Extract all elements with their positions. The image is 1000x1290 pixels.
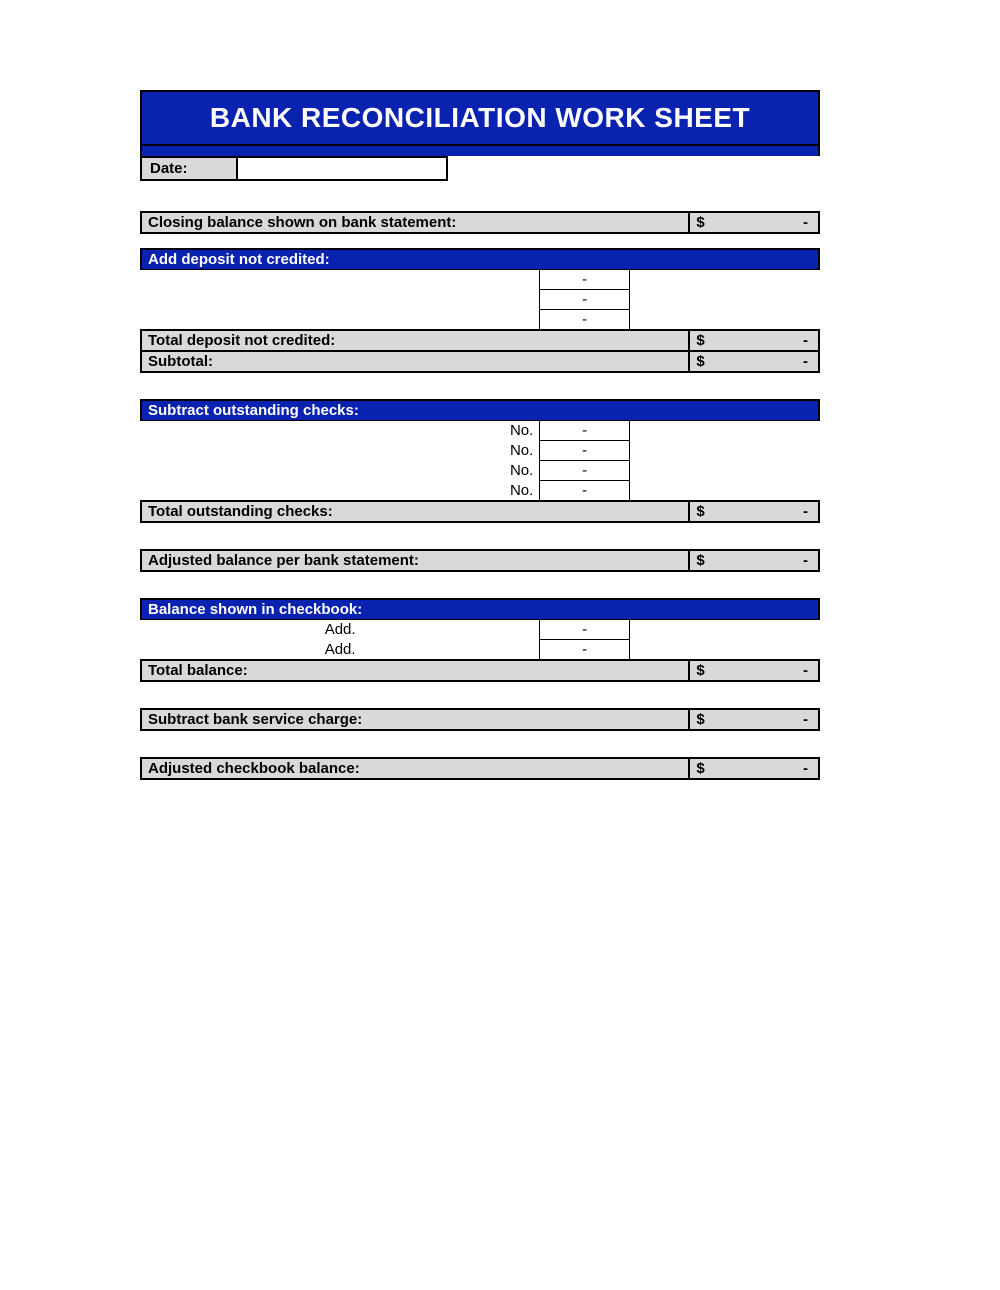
check-no-label: No. (141, 421, 540, 441)
deposit-row: - (141, 290, 819, 310)
check-no-label: No. (141, 481, 540, 502)
closing-balance-row: Closing balance shown on bank statement:… (141, 212, 819, 233)
blue-strip (140, 146, 820, 156)
total-deposit-row: Total deposit not credited: $- (141, 330, 819, 351)
reconciliation-table: Closing balance shown on bank statement:… (140, 211, 820, 780)
service-charge-label: Subtract bank service charge: (141, 709, 689, 730)
total-balance-label: Total balance: (141, 660, 689, 681)
add-row: Add. - (141, 620, 819, 640)
total-checks-row: Total outstanding checks: $- (141, 501, 819, 522)
add-amount[interactable]: - (540, 640, 630, 661)
total-balance-amount[interactable]: $- (689, 660, 819, 681)
worksheet: BANK RECONCILIATION WORK SHEET Date: Clo… (140, 90, 820, 780)
check-row: No. - (141, 461, 819, 481)
subtract-checks-header: Subtract outstanding checks: (141, 400, 819, 421)
check-row: No. - (141, 421, 819, 441)
subtotal-amount[interactable]: $- (689, 351, 819, 372)
service-charge-row: Subtract bank service charge: $- (141, 709, 819, 730)
check-row: No. - (141, 481, 819, 502)
subtotal-label: Subtotal: (141, 351, 689, 372)
balance-checkbook-header: Balance shown in checkbook: (141, 599, 819, 620)
closing-balance-label: Closing balance shown on bank statement: (141, 212, 689, 233)
add-amount[interactable]: - (540, 620, 630, 640)
deposit-amount[interactable]: - (540, 310, 630, 331)
check-amount[interactable]: - (540, 481, 630, 502)
adjusted-bank-row: Adjusted balance per bank statement: $- (141, 550, 819, 571)
add-deposit-header: Add deposit not credited: (141, 249, 819, 270)
deposit-row: - (141, 270, 819, 290)
check-amount[interactable]: - (540, 461, 630, 481)
deposit-amount[interactable]: - (540, 270, 630, 290)
deposit-row: - (141, 310, 819, 331)
total-checks-amount[interactable]: $- (689, 501, 819, 522)
deposit-amount[interactable]: - (540, 290, 630, 310)
check-amount[interactable]: - (540, 421, 630, 441)
total-balance-row: Total balance: $- (141, 660, 819, 681)
check-amount[interactable]: - (540, 441, 630, 461)
date-row: Date: (140, 156, 820, 181)
adjusted-checkbook-label: Adjusted checkbook balance: (141, 758, 689, 779)
service-charge-amount[interactable]: $- (689, 709, 819, 730)
add-row: Add. - (141, 640, 819, 661)
total-checks-label: Total outstanding checks: (141, 501, 689, 522)
adjusted-bank-amount[interactable]: $- (689, 550, 819, 571)
page-title: BANK RECONCILIATION WORK SHEET (210, 102, 750, 133)
date-label: Date: (140, 156, 238, 181)
add-label: Add. (141, 620, 540, 640)
adjusted-bank-label: Adjusted balance per bank statement: (141, 550, 689, 571)
total-deposit-label: Total deposit not credited: (141, 330, 689, 351)
date-input[interactable] (238, 156, 448, 181)
check-no-label: No. (141, 461, 540, 481)
check-row: No. - (141, 441, 819, 461)
title-bar: BANK RECONCILIATION WORK SHEET (140, 90, 820, 146)
adjusted-checkbook-row: Adjusted checkbook balance: $- (141, 758, 819, 779)
adjusted-checkbook-amount[interactable]: $- (689, 758, 819, 779)
add-label: Add. (141, 640, 540, 661)
check-no-label: No. (141, 441, 540, 461)
closing-balance-amount[interactable]: $- (689, 212, 819, 233)
subtotal-row: Subtotal: $- (141, 351, 819, 372)
total-deposit-amount[interactable]: $- (689, 330, 819, 351)
